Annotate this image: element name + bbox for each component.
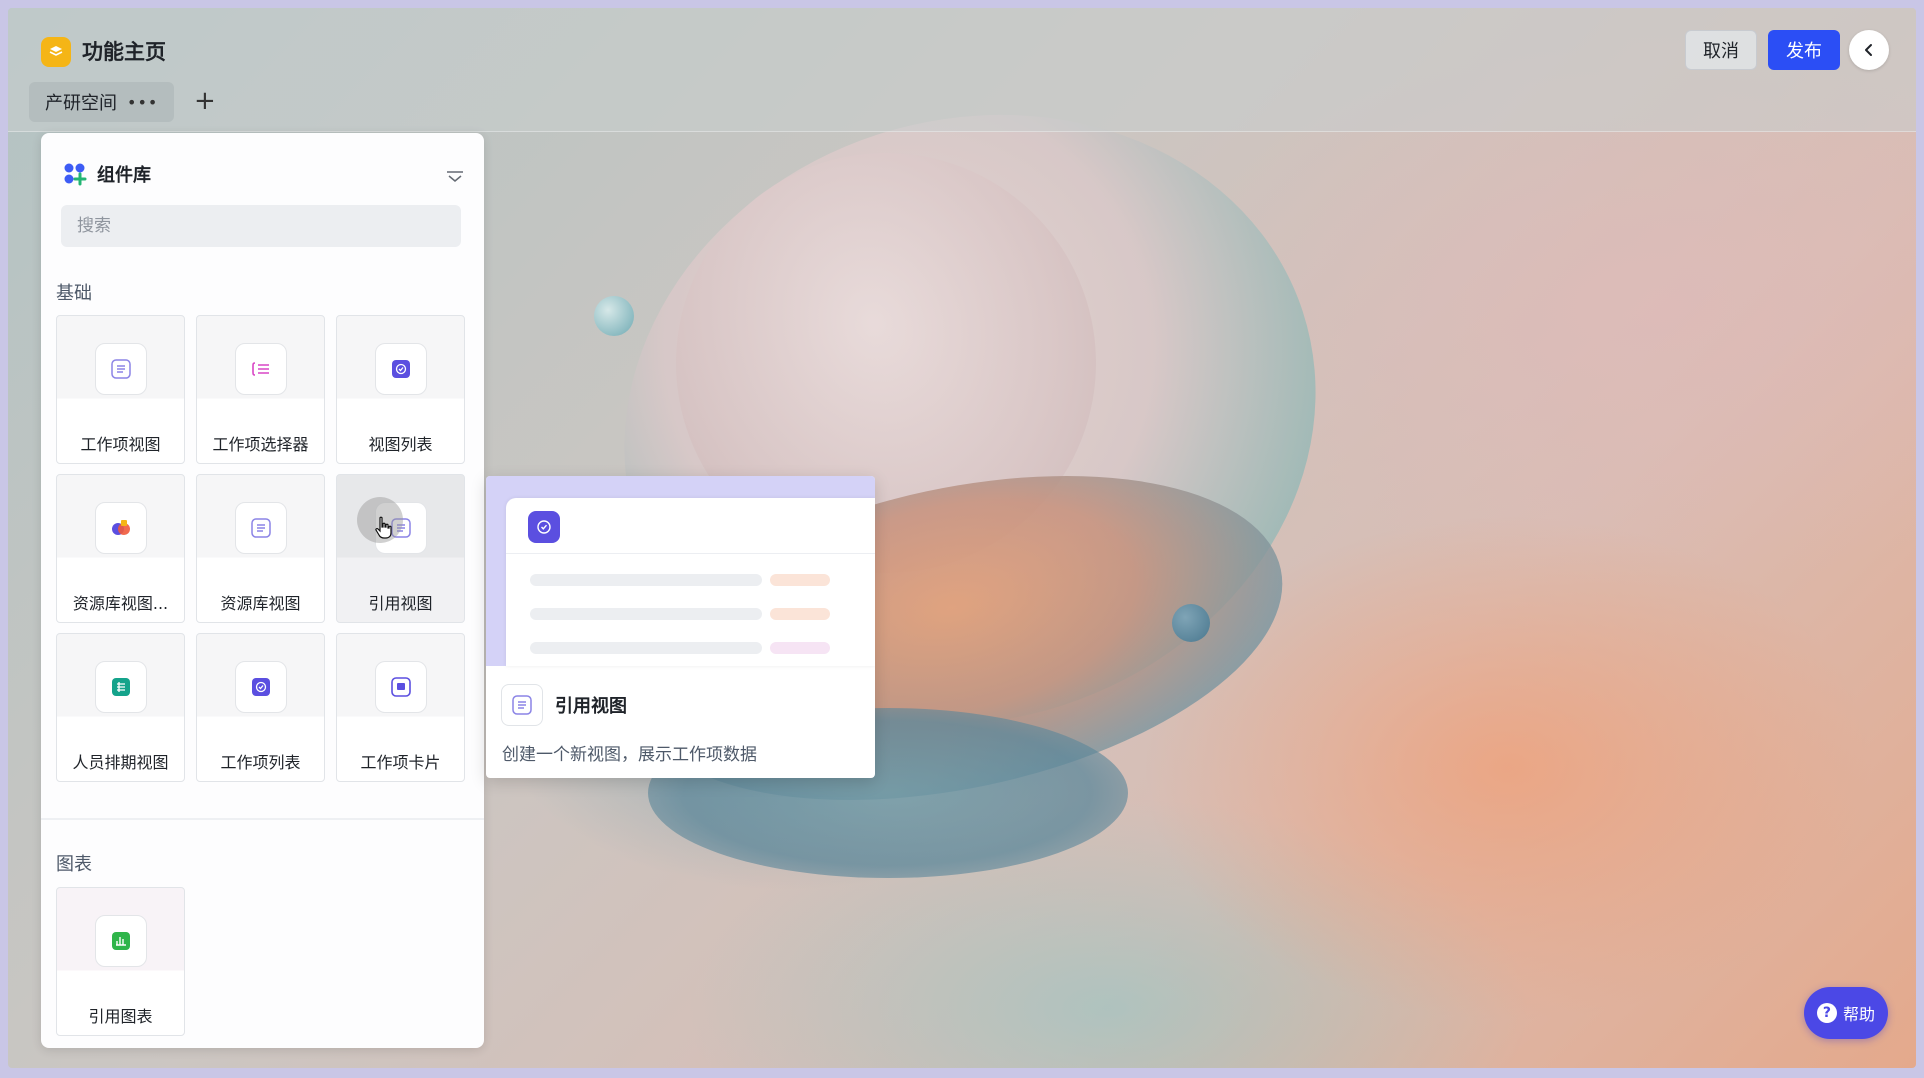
component-card-view-list[interactable]: 视图列表: [336, 315, 465, 464]
check-badge-icon: [528, 511, 560, 543]
component-card-work-item-view[interactable]: 工作项视图: [56, 315, 185, 464]
component-card-work-item-card[interactable]: 工作项卡片: [336, 633, 465, 782]
add-tab-button[interactable]: +: [194, 88, 216, 114]
top-bar: 功能主页 产研空间 ••• + 取消 发布: [8, 8, 1916, 132]
basic-components-grid: 工作项视图 工作项选择器 视图列表 资源库视图... 资源库视图 引用视图 人员…: [56, 315, 465, 782]
publish-button[interactable]: 发布: [1768, 30, 1840, 70]
app-logo-icon: [41, 37, 71, 67]
selector-icon: [235, 343, 287, 395]
component-card-resource-library-view[interactable]: 资源库视图: [196, 474, 325, 623]
component-card-reference-view[interactable]: 引用视图: [336, 474, 465, 623]
panel-title: 组件库: [97, 165, 151, 186]
preview-title: 引用视图: [555, 696, 627, 717]
card-label: 工作项视图: [80, 435, 161, 454]
skeleton-line: [530, 574, 762, 586]
tab-label: 产研空间: [45, 93, 117, 114]
panel-header: 组件库: [63, 161, 151, 187]
check-badge-icon: [375, 343, 427, 395]
collapse-icon[interactable]: [446, 171, 464, 183]
section-label-charts: 图表: [56, 854, 92, 875]
skeleton-tag: [770, 642, 830, 654]
skeleton-line: [530, 642, 762, 654]
skeleton-tag: [770, 608, 830, 620]
preview-title-row: 引用视图: [501, 684, 627, 726]
card-label: 资源库视图...: [72, 594, 169, 613]
help-icon: ?: [1816, 1003, 1837, 1023]
app-window: 功能主页 产研空间 ••• + 取消 发布 组件库 基础: [8, 8, 1916, 1068]
section-divider: [41, 818, 484, 820]
list-icon: [235, 502, 287, 554]
skeleton-tag: [770, 574, 830, 586]
bg-sphere-small: [594, 296, 634, 336]
preview-card: [506, 498, 875, 666]
schedule-icon: [95, 661, 147, 713]
card-label: 资源库视图: [220, 594, 301, 613]
component-card-work-item-selector[interactable]: 工作项选择器: [196, 315, 325, 464]
section-label-basic: 基础: [56, 283, 92, 304]
help-label: 帮助: [1842, 1005, 1875, 1024]
list-icon: [501, 684, 543, 726]
page-title: 功能主页: [82, 40, 166, 64]
card-label: 引用图表: [88, 1007, 153, 1026]
component-card-staff-schedule-view[interactable]: 人员排期视图: [56, 633, 185, 782]
card-label: 工作项列表: [220, 753, 301, 772]
card-icon: [375, 661, 427, 713]
more-icon[interactable]: •••: [127, 93, 158, 112]
check-badge-icon: [235, 661, 287, 713]
collapse-back-button[interactable]: [1849, 30, 1889, 70]
skeleton-line: [530, 608, 762, 620]
tab-product-space[interactable]: 产研空间 •••: [29, 82, 175, 122]
search-input[interactable]: [61, 205, 461, 247]
chevron-left-icon: [1865, 44, 1872, 56]
component-card-work-item-list[interactable]: 工作项列表: [196, 633, 325, 782]
card-label: 视图列表: [368, 435, 433, 454]
component-card-resource-library-view-alt[interactable]: 资源库视图...: [56, 474, 185, 623]
component-library-panel: 组件库 基础 工作项视图 工作项选择器: [41, 133, 484, 1048]
preview-illustration: [486, 476, 875, 666]
bg-sphere-small-2: [1172, 604, 1210, 642]
card-label: 引用视图: [368, 594, 433, 613]
component-preview-popover: 引用视图 创建一个新视图，展示工作项数据: [486, 476, 875, 778]
hand-cursor-icon: [375, 516, 392, 539]
resource-library-icon: [95, 502, 147, 554]
chart-icon: [95, 915, 147, 967]
card-label: 人员排期视图: [72, 753, 169, 772]
preview-card-header: [506, 498, 875, 554]
component-card-reference-chart[interactable]: 引用图表: [56, 887, 185, 1036]
help-button[interactable]: ? 帮助: [1804, 987, 1888, 1039]
chart-components-grid: 引用图表: [56, 887, 465, 1036]
card-label: 工作项选择器: [212, 435, 309, 454]
cancel-button[interactable]: 取消: [1685, 30, 1757, 70]
components-icon: [64, 163, 87, 186]
card-label: 工作项卡片: [360, 753, 441, 772]
list-icon: [95, 343, 147, 395]
preview-description: 创建一个新视图，展示工作项数据: [502, 745, 757, 765]
